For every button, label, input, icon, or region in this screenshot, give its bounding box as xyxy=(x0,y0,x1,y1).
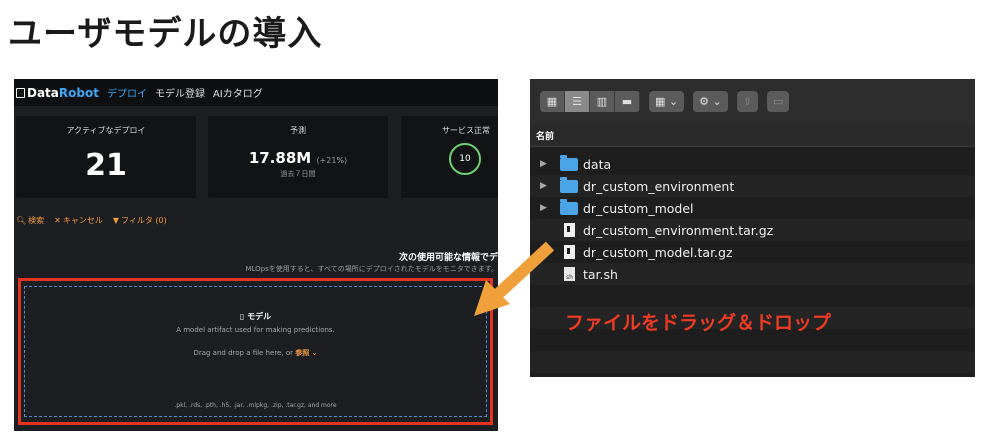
top-nav: Data Robot デプロイ モデル登録 AIカタログ xyxy=(14,79,498,106)
finder-toolbar: ▦ ☰ ▥ ▬ ▦ ⌄ ⚙ ⌄ ⇧ ▭ xyxy=(530,79,975,124)
grid-icon: ▦ xyxy=(655,95,666,108)
list-view-icon[interactable]: ☰ xyxy=(565,91,590,112)
cancel-label: キャンセル xyxy=(62,216,103,225)
cancel-button[interactable]: ✕ キャンセル xyxy=(54,215,103,226)
model-dropzone[interactable]: ▯ モデル A model artifact used for making p… xyxy=(24,286,487,417)
chevron-down-icon: ⌄ xyxy=(668,95,679,108)
service-health-label: サービス正常 xyxy=(442,126,490,135)
empty-row xyxy=(530,351,975,373)
filter-label: フィルタ (0) xyxy=(121,216,167,225)
active-deployments-label: アクティブなデプロイ xyxy=(66,126,146,135)
predictions-trend: (+21%) xyxy=(316,156,348,165)
search-label: 検索 xyxy=(28,216,45,225)
archive-file-icon xyxy=(564,245,575,259)
share-icon: ⇧ xyxy=(742,95,752,108)
icon-view-icon[interactable]: ▦ xyxy=(540,91,565,112)
filter-button[interactable]: ▼ フィルタ (0) xyxy=(113,215,167,226)
file-name: dr_custom_environment xyxy=(583,178,735,194)
chevron-down-icon: ⌄ xyxy=(311,349,318,357)
group-button[interactable]: ▦ ⌄ xyxy=(649,91,685,112)
view-mode-group: ▦ ☰ ▥ ▬ xyxy=(540,91,640,112)
disclosure-triangle-icon[interactable]: ▶ xyxy=(540,159,560,169)
nav-deploy[interactable]: デプロイ xyxy=(107,85,147,100)
list-item[interactable]: sh tar.sh xyxy=(530,263,975,285)
predictions-card[interactable]: 予測 17.88M (+21%) 過去７日間 xyxy=(208,116,388,198)
empty-row xyxy=(530,285,975,307)
browse-label: 参照 xyxy=(295,349,310,357)
list-item[interactable]: ▶ dr_custom_environment xyxy=(530,175,975,197)
archive-file-icon xyxy=(564,223,575,237)
predictions-value-row: 17.88M (+21%) xyxy=(208,149,388,167)
predictions-period: 過去７日間 xyxy=(280,170,316,178)
slide-title: ユーザモデルの導入 xyxy=(8,14,323,54)
drag-arrow-icon xyxy=(474,241,555,316)
name-column-label: 名前 xyxy=(536,131,555,142)
datarobot-panel: Data Robot デプロイ モデル登録 AIカタログ アクティブなデプロイ 2… xyxy=(14,79,498,431)
logo-text: Data xyxy=(27,85,59,100)
column-view-icon[interactable]: ▥ xyxy=(590,91,615,112)
dropzone-drag-row: Drag and drop a file here, or 参照 ⌄ xyxy=(25,348,486,358)
list-item[interactable]: ▶ data xyxy=(530,153,975,175)
disclosure-triangle-icon[interactable]: ▶ xyxy=(540,181,560,191)
file-name: dr_custom_environment.tar.gz xyxy=(583,222,774,238)
service-health-card[interactable]: サービス正常 10 xyxy=(401,116,498,198)
dropzone-title-row: ▯ モデル xyxy=(25,311,486,322)
logo-accent-text: Robot xyxy=(58,85,99,100)
service-health-value: 10 xyxy=(459,154,471,164)
shell-script-icon: sh xyxy=(564,267,575,281)
summary-cards: アクティブなデプロイ 21 予測 17.88M (+21%) 過去７日間 サービ… xyxy=(14,116,498,198)
info-description: MLOpsを使用すると、すべての場所にデプロイされたモデルをモニタできます。 xyxy=(245,265,498,273)
browse-link[interactable]: 参照 ⌄ xyxy=(295,349,317,357)
nav-model-registry[interactable]: モデル登録 xyxy=(155,85,205,100)
search-button[interactable]: 🔍︎ 検索 xyxy=(16,215,44,226)
dropzone-description: A model artifact used for making predict… xyxy=(176,326,335,334)
predictions-label: 予測 xyxy=(290,126,306,135)
disclosure-triangle-icon[interactable]: ▶ xyxy=(540,203,560,213)
action-button[interactable]: ⚙ ⌄ xyxy=(693,91,728,112)
active-deployments-value: 21 xyxy=(85,148,127,183)
folder-icon xyxy=(560,176,578,193)
file-name: dr_custom_model xyxy=(583,200,694,216)
datarobot-logo[interactable]: Data Robot xyxy=(16,86,99,100)
list-item[interactable]: dr_custom_environment.tar.gz xyxy=(530,219,975,241)
gear-icon: ⚙ xyxy=(699,95,709,108)
search-icon: 🔍︎ xyxy=(16,216,27,225)
tag-icon: ▭ xyxy=(772,95,784,108)
file-name: data xyxy=(583,156,612,172)
drag-drop-label: ファイルをドラッグ＆ドロップ xyxy=(565,312,832,334)
predictions-value: 17.88M xyxy=(248,149,312,167)
file-icon: ▯ xyxy=(239,312,245,321)
logo-icon xyxy=(16,87,25,98)
tag-button[interactable]: ▭ xyxy=(766,91,790,112)
service-health-ring: 10 xyxy=(449,143,481,175)
gallery-view-icon[interactable]: ▬ xyxy=(615,91,640,112)
chevron-down-icon: ⌄ xyxy=(712,95,722,108)
dropzone-title: モデル xyxy=(247,312,272,321)
dropzone-drag-text: Drag and drop a file here, or xyxy=(193,349,293,357)
filter-icon: ▼ xyxy=(112,216,120,225)
list-item[interactable]: dr_custom_model.tar.gz xyxy=(530,241,975,263)
list-item[interactable]: ▶ dr_custom_model xyxy=(530,197,975,219)
dropzone-formats: .pkl, .rds, .pth, .h5, .jar, .mlpkg, .zi… xyxy=(174,402,337,409)
file-name: dr_custom_model.tar.gz xyxy=(583,244,733,260)
folder-icon xyxy=(560,198,578,215)
deployment-toolbar: 🔍︎ 検索 ✕ キャンセル ▼ フィルタ (0) xyxy=(16,215,167,226)
active-deployments-card[interactable]: アクティブなデプロイ 21 xyxy=(16,116,196,198)
folder-icon xyxy=(560,154,578,171)
close-icon: ✕ xyxy=(54,216,61,225)
file-name: tar.sh xyxy=(583,266,618,282)
share-button[interactable]: ⇧ xyxy=(736,91,758,112)
nav-ai-catalog[interactable]: AIカタログ xyxy=(213,85,263,100)
name-column-header[interactable]: 名前 xyxy=(530,124,975,147)
